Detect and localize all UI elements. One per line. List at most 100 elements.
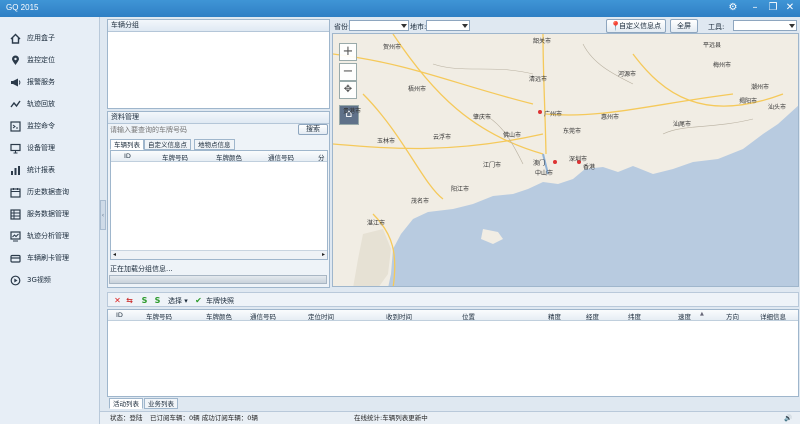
column-header[interactable]: 精度 [548,311,561,321]
minimize-button[interactable]: – [748,1,762,15]
column-header[interactable]: 收到时间 [386,311,412,321]
vehicle-group-panel: 车辆分组 [107,19,330,109]
restore-button[interactable]: ❐ [766,1,780,15]
sidebar-item-track-analysis[interactable]: 轨迹分析管理 [0,225,100,247]
loading-progress-bar [109,275,327,284]
sidebar-item-device-management[interactable]: 设备管理 [0,137,100,159]
map-label: 梧州市 [408,86,427,93]
loading-status: 正在加载分组信息... [110,265,173,273]
calendar-icon [10,187,21,198]
settings-gear-icon[interactable]: ⚙ [726,1,740,15]
analysis-icon [10,230,21,242]
check-circle-icon: ✔ [195,296,202,305]
map-label: 汕头市 [768,104,787,111]
column-header[interactable]: ID [124,152,131,160]
pan-control-button[interactable]: ✥ [339,81,357,99]
column-header[interactable]: 纬度 [628,311,641,321]
column-header[interactable]: 车牌颜色 [216,152,242,162]
close-button[interactable]: ✕ [783,1,797,15]
tab-business-list[interactable]: 业务列表 [144,398,178,409]
map-view[interactable]: + − ✥ ⌂ 贺州市 韶关市 平远县 梧州市 清远市 梅州市 河源市 潮州市 … [332,33,799,287]
column-header[interactable]: 速度 [678,311,691,321]
column-header[interactable]: 分 [318,152,325,162]
sort-ascending-icon[interactable]: ▲ [700,311,704,317]
horizontal-scrollbar[interactable]: ◂ ▸ [111,250,327,259]
card-reader-icon [10,253,21,264]
location-pin-icon [10,55,21,66]
sidebar-item-monitor-location[interactable]: 监控定位 [0,49,100,71]
sidebar-item-label: 3G视频 [27,276,51,284]
fullscreen-button[interactable]: 全屏 [670,19,698,33]
map-label: 阳江市 [451,186,470,193]
column-header[interactable]: 定位时间 [308,311,334,321]
tools-label: 工具: [708,23,725,31]
column-header[interactable]: 车牌号码 [162,152,188,162]
column-header[interactable]: 经度 [586,311,599,321]
column-header[interactable]: 位置 [462,311,475,321]
map-label: 广州市 [544,111,563,118]
tab-landmark-info[interactable]: 地物点信息 [194,139,235,150]
map-canvas [333,34,798,286]
map-label: 中山市 [535,170,554,177]
map-label: 平远县 [703,42,722,49]
status-online: 在线统计:车辆列表更新中 [354,414,428,422]
map-label: 湛江市 [367,220,386,227]
delete-icon[interactable]: ✕ [113,296,122,305]
column-header[interactable]: 详细信息 [760,311,786,321]
column-header[interactable]: 方向 [726,311,739,321]
plate-snapshot-button[interactable]: 车牌快照 [206,296,234,306]
alarm-megaphone-icon [10,77,21,88]
tab-activity-list[interactable]: 活动列表 [109,398,143,409]
sidebar-item-3g-video[interactable]: 3G视频 [0,269,100,291]
sidebar-item-label: 报警服务 [27,78,55,86]
custom-poi-button[interactable]: 📍 自定义信息点 [606,19,666,33]
column-header[interactable]: 车牌颜色 [206,311,232,321]
plate-search-input[interactable] [108,124,296,136]
zoom-in-button[interactable]: + [339,43,357,61]
tab-custom-poi[interactable]: 自定义信息点 [144,139,191,150]
sidebar-item-label: 车辆刷卡管理 [27,254,69,262]
province-label: 省份: [334,23,351,31]
sidebar-item-card-management[interactable]: 车辆刷卡管理 [0,247,100,269]
unlink-icon[interactable]: ⇆ [125,296,134,305]
map-label: 玉林市 [377,138,396,145]
unsubscribe-icon[interactable]: S [153,296,162,305]
title-bar: GQ 2015 ⚙ – ❐ ✕ [0,0,800,17]
zoom-out-button[interactable]: − [339,63,357,81]
map-label: 茂名市 [411,198,430,205]
map-label: 清远市 [529,76,548,83]
monitor-command-icon [10,120,21,132]
speaker-icon[interactable]: 🔊 [784,412,792,424]
sidebar-item-label: 设备管理 [27,144,55,152]
vehicle-list-header: ID 车牌号码 车牌颜色 通信号码 分 [111,151,327,162]
column-header[interactable]: 通信号码 [268,152,294,162]
column-header[interactable]: ID [116,311,123,319]
sidebar-item-label: 轨迹回放 [27,100,55,108]
window-title: GQ 2015 [6,3,39,12]
sidebar-collapse-toggle[interactable]: ‹ [100,200,106,230]
sidebar-item-statistics-report[interactable]: 统计报表 [0,159,100,181]
vehicle-group-title: 车辆分组 [108,20,329,32]
sidebar-item-app-box[interactable]: 应用盒子 [0,27,100,49]
map-label: 揭阳市 [739,98,758,105]
sidebar-item-monitor-command[interactable]: 监控命令 [0,115,100,137]
city-label: 地市: [410,23,427,31]
activity-grid-header: ID 车牌号码 车牌颜色 通信号码 定位时间 收到时间 位置 精度 经度 纬度 … [108,310,798,321]
subscribe-icon[interactable]: S [140,296,149,305]
map-pin-icon: 📍 [610,22,622,32]
sidebar-item-alarm-service[interactable]: 报警服务 [0,71,100,93]
sidebar-item-track-playback[interactable]: 轨迹回放 [0,93,100,115]
tools-select[interactable] [733,20,797,31]
sidebar-item-history-query[interactable]: 历史数据查询 [0,181,100,203]
column-header[interactable]: 通信号码 [250,311,276,321]
select-dropdown[interactable]: 选择 ▾ [168,296,188,306]
column-header[interactable]: 车牌号码 [146,311,172,321]
sidebar-item-service-data[interactable]: 服务数据管理 [0,203,100,225]
search-button[interactable]: 搜索 [298,124,328,135]
sidebar-item-label: 轨迹分析管理 [27,232,69,240]
city-select[interactable] [426,20,470,31]
tab-vehicle-list[interactable]: 车辆列表 [110,139,144,150]
province-select[interactable] [349,20,409,31]
sidebar-item-label: 历史数据查询 [27,188,69,196]
sidebar: 应用盒子 监控定位 报警服务 轨迹回放 监控命令 设备管理 统计报表 历史数据查… [0,17,100,424]
